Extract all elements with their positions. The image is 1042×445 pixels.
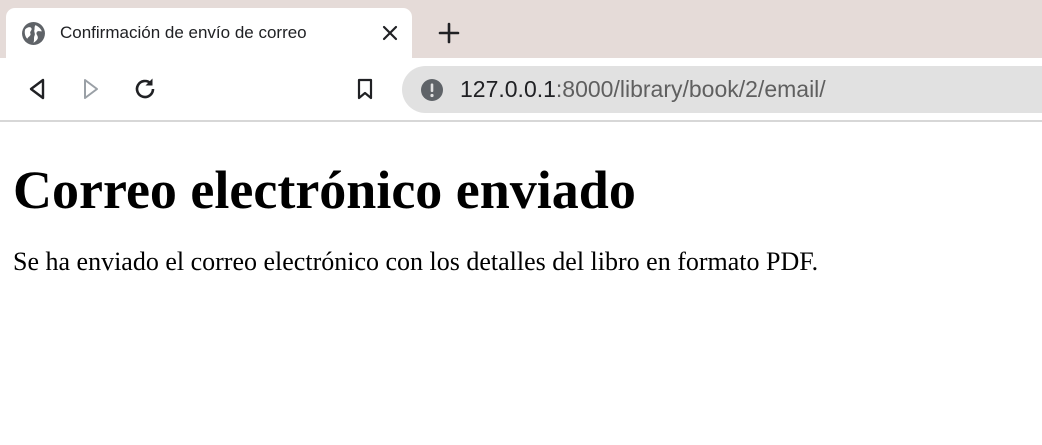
url-text[interactable]: 127.0.0.1:8000/library/book/2/email/ [460, 76, 826, 103]
browser-tab-active[interactable]: Confirmación de envío de correo [6, 8, 412, 58]
url-path: :8000/library/book/2/email/ [555, 76, 826, 102]
globe-icon [21, 21, 46, 46]
close-icon[interactable] [379, 22, 401, 44]
reload-icon[interactable] [130, 74, 160, 104]
url-host: 127.0.0.1 [460, 76, 556, 102]
browser-toolbar: 127.0.0.1:8000/library/book/2/email/ [0, 58, 1042, 122]
address-bar[interactable]: 127.0.0.1:8000/library/book/2/email/ [402, 66, 1042, 113]
tab-strip: Confirmación de envío de correo [0, 0, 1042, 58]
confirmation-message: Se ha enviado el correo electrónico con … [13, 247, 819, 276]
bookmark-icon[interactable] [350, 74, 380, 104]
forward-arrow-icon[interactable] [76, 74, 106, 104]
page-title: Correo electrónico enviado [13, 160, 636, 220]
page-content: Correo electrónico enviado Se ha enviado… [13, 122, 1023, 278]
back-arrow-icon[interactable] [22, 74, 52, 104]
tab-title: Confirmación de envío de correo [60, 23, 307, 42]
plus-icon[interactable] [436, 20, 462, 46]
info-icon[interactable] [420, 78, 444, 102]
